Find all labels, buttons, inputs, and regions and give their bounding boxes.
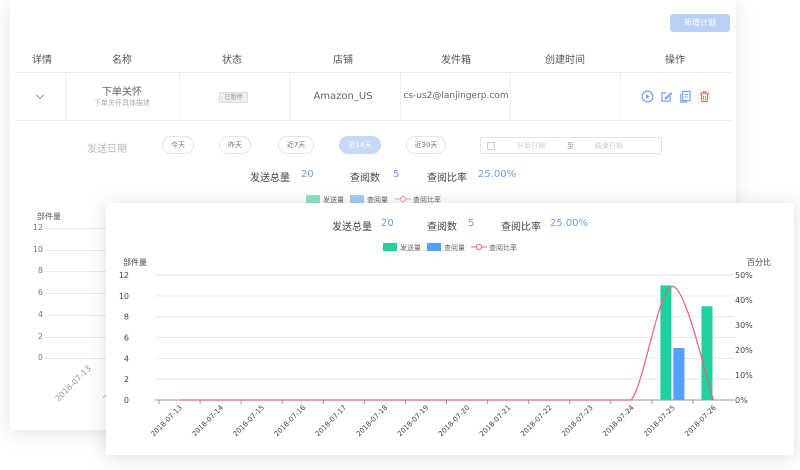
row-divider [15,72,731,73]
row-divider [15,120,731,121]
column-divider [620,72,621,120]
chevron-down-icon[interactable] [35,90,45,100]
x-tick-label: 2018-07-13 [150,404,184,438]
sent-total-value: 20 [301,169,314,180]
back-chart-y-tick: 8 [37,266,43,276]
range-7days-button[interactable]: 近7天 [278,136,314,154]
back-chart-y-tick: 10 [32,244,43,254]
read-rate-label: 查阅比率 [427,173,467,184]
edit-icon[interactable] [660,90,673,103]
x-tick-label: 2018-07-19 [396,404,430,438]
play-icon[interactable] [641,90,654,103]
back-chart-y-tick: 0 [37,353,43,363]
y2-tick-label: 30% [735,321,753,330]
x-tick-label: 2018-07-15 [232,404,266,438]
rate-line [179,285,715,401]
bar-read [673,347,685,400]
send-date-label: 发送日期 [87,144,127,155]
read-rate-value: 25.00% [478,169,517,180]
x-tick-label: 2018-07-20 [437,404,471,438]
y-tick-label: 10 [119,292,129,301]
header-detail: 详情 [32,55,52,66]
bar-sent [701,306,713,400]
y2-tick-label: 10% [735,371,753,380]
column-divider [179,72,180,120]
x-tick-label: 2018-07-22 [519,404,553,438]
copy-icon[interactable] [679,90,692,103]
x-tick-label: 2018-07-26 [683,403,718,438]
store-value: Amazon_US [313,91,373,102]
date-range-picker[interactable]: 开始日期 至 结束日期 [480,137,662,154]
column-divider [65,72,66,120]
column-divider [510,72,511,120]
x-tick-label: 2018-07-14 [191,403,226,438]
column-divider [289,72,290,120]
back-chart-y-tick: 2 [37,331,43,341]
back-chart-y-tick: 4 [37,309,43,319]
range-yesterday-button[interactable]: 昨天 [219,136,251,154]
end-date-input[interactable]: 结束日期 [595,141,623,151]
read-count-value: 5 [393,169,400,180]
y2-tick-label: 0% [735,396,748,405]
header-name: 名称 [112,55,132,66]
x-tick-label: 2018-07-24 [601,403,636,438]
header-operations: 操作 [665,55,685,66]
header-created: 创建时间 [545,55,585,66]
read-count-label: 查阅数 [350,173,380,184]
y-tick-label: 2 [124,375,129,384]
y2-tick-label: 40% [735,296,753,305]
x-tick-label: 2018-07-25 [642,404,676,438]
header-store: 店铺 [333,55,353,66]
date-separator: 至 [567,142,574,150]
y-tick-label: 4 [124,354,129,363]
y2-tick-label: 50% [735,271,753,280]
back-chart-y-tick: 12 [32,223,43,232]
back-chart-x-tick: 2018-07-13 [53,364,93,404]
x-tick-label: 2018-07-21 [478,404,512,438]
sends-chart: 部件量 百分比 0 2 4 6 8 10 12 0% 10% 20% 30% 40% 50% 2018-07-… [119,257,771,438]
start-date-input[interactable]: 开始日期 [517,141,545,151]
y-tick-label: 8 [124,313,129,322]
mailbox-value: cs-us2@lanjingerp.com [403,91,509,101]
plan-description: 下单关怀具体描述 [94,99,150,107]
x-tick-label: 2018-07-17 [314,404,348,438]
y-axis-title: 部件量 [123,257,147,267]
header-status: 状态 [222,55,242,66]
calendar-icon [487,142,495,150]
range-30days-button[interactable]: 近30天 [406,136,446,154]
back-chart-y-title: 部件量 [37,212,61,221]
legend-sent-swatch [306,195,320,203]
range-today-button[interactable]: 今天 [162,136,194,154]
x-tick-label: 2018-07-16 [273,403,308,438]
status-badge: 已暂停 [219,92,248,103]
statistics-card: 发送总量 20 查阅数 5 查阅比率 25.00% 发送量 查阅量 查阅比率 部… [106,203,794,455]
delete-icon[interactable] [698,90,711,103]
column-divider [400,72,401,120]
add-plan-button[interactable]: 新增计划 [670,14,730,32]
plan-name: 下单关怀 [102,87,142,98]
x-tick-label: 2018-07-18 [355,404,389,438]
x-tick-label: 2018-07-23 [560,404,594,438]
y-tick-label: 6 [124,334,129,343]
header-mailbox: 发件箱 [441,55,471,66]
y-tick-label: 12 [119,271,129,280]
legend-read-swatch [350,195,364,203]
y2-tick-label: 20% [735,346,753,355]
y-tick-label: 0 [124,396,129,405]
legend-rate-swatch [395,195,411,203]
range-14days-button[interactable]: 近14天 [339,136,381,154]
back-chart-y-tick: 6 [37,288,43,298]
y2-axis-title: 百分比 [747,257,771,267]
sent-total-label: 发送总量 [250,173,290,184]
